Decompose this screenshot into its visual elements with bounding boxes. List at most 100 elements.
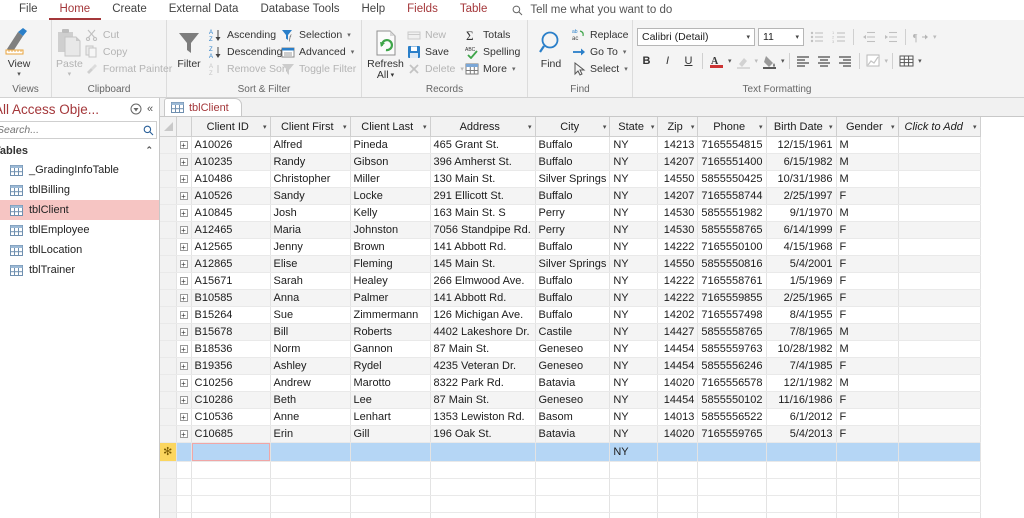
expand-subdatasheet-icon[interactable]: + bbox=[176, 170, 192, 188]
cell-address[interactable]: 266 Elmwood Ave. bbox=[430, 272, 536, 290]
cell-city[interactable]: Buffalo bbox=[535, 153, 611, 171]
cell-client-id[interactable]: C10256 bbox=[191, 374, 271, 392]
copy-button[interactable]: Copy bbox=[83, 43, 176, 60]
record-selector[interactable] bbox=[160, 272, 177, 290]
cell-client-id[interactable]: B19356 bbox=[191, 357, 271, 375]
expand-subdatasheet-icon[interactable]: + bbox=[176, 408, 192, 426]
cell-state[interactable]: NY bbox=[609, 374, 659, 392]
cell-click-to-add[interactable] bbox=[898, 153, 981, 171]
font-size-combo[interactable]: 11 ▾ bbox=[758, 27, 804, 46]
cell-birth-date[interactable]: 10/28/1982 bbox=[766, 340, 837, 358]
chevron-down-icon[interactable]: ▾ bbox=[68, 71, 72, 78]
cell-state[interactable]: NY bbox=[609, 408, 659, 426]
cell-gender[interactable]: F bbox=[836, 238, 899, 256]
replace-button[interactable]: ab ac Replace bbox=[570, 26, 629, 43]
chevron-down-icon[interactable]: ▾ bbox=[918, 58, 922, 65]
cell-click-to-add[interactable] bbox=[898, 357, 981, 375]
chevron-down-icon[interactable]: ▾ bbox=[341, 123, 347, 131]
chevron-down-icon[interactable]: ▾ bbox=[728, 58, 732, 65]
cell-client-last[interactable]: Palmer bbox=[350, 289, 431, 307]
cell-phone[interactable]: 5855558765 bbox=[697, 221, 767, 239]
cell-gender[interactable]: M bbox=[836, 170, 899, 188]
navigation-group-tables[interactable]: Tables ⌃ bbox=[0, 141, 159, 160]
cell-client-id[interactable]: A10235 bbox=[191, 153, 271, 171]
cell-city[interactable]: Perry bbox=[535, 221, 611, 239]
record-selector[interactable] bbox=[160, 238, 177, 256]
ribbon-tab-home[interactable]: Home bbox=[48, 0, 102, 20]
cell-client-last[interactable]: Rydel bbox=[350, 357, 431, 375]
cell-gender[interactable]: M bbox=[836, 323, 899, 341]
record-selector[interactable] bbox=[160, 306, 177, 324]
column-header-birth-date[interactable]: Birth Date ▾ bbox=[766, 117, 837, 137]
cell-client-first[interactable]: Sarah bbox=[270, 272, 351, 290]
cell-client-id[interactable]: B15264 bbox=[191, 306, 271, 324]
cell-phone[interactable]: 7165559855 bbox=[697, 289, 767, 307]
cell-birth-date[interactable]: 7/8/1965 bbox=[766, 323, 837, 341]
cell-address[interactable]: 141 Abbott Rd. bbox=[430, 289, 536, 307]
cell-city[interactable]: Buffalo bbox=[535, 272, 611, 290]
cell-click-to-add[interactable] bbox=[898, 323, 981, 341]
chevron-up-icon[interactable]: ⌃ bbox=[145, 145, 159, 156]
cell-address[interactable]: 7056 Standpipe Rd. bbox=[430, 221, 536, 239]
table-row[interactable]: + A10235 Randy Gibson 396 Amherst St. Buffalo… bbox=[160, 153, 981, 171]
cell-state[interactable]: NY bbox=[609, 136, 659, 154]
record-selector[interactable] bbox=[160, 340, 177, 358]
search-icon[interactable] bbox=[140, 125, 156, 136]
cell-click-to-add[interactable] bbox=[898, 187, 981, 205]
cell-gender[interactable]: M bbox=[836, 153, 899, 171]
cell-address[interactable]: 196 Oak St. bbox=[430, 425, 536, 443]
cell-click-to-add[interactable] bbox=[898, 408, 981, 426]
new-record-cell-address[interactable] bbox=[430, 442, 536, 462]
table-row[interactable]: + A12465 Maria Johnston 7056 Standpipe Rd. Pe… bbox=[160, 221, 981, 239]
cell-gender[interactable]: F bbox=[836, 221, 899, 239]
font-name-combo[interactable]: Calibri (Detail) ▾ bbox=[637, 27, 755, 46]
table-row[interactable]: + A10845 Josh Kelly 163 Main St. S Perry NY 145… bbox=[160, 204, 981, 222]
cell-zip[interactable]: 14550 bbox=[657, 170, 699, 188]
record-selector[interactable] bbox=[160, 153, 177, 171]
cell-phone[interactable]: 7165550100 bbox=[697, 238, 767, 256]
record-selector[interactable] bbox=[160, 289, 177, 307]
cell-city[interactable]: Batavia bbox=[535, 425, 611, 443]
cell-phone[interactable]: 5855559763 bbox=[697, 340, 767, 358]
expand-subdatasheet-icon[interactable]: + bbox=[176, 357, 192, 375]
expand-subdatasheet-icon[interactable]: + bbox=[176, 238, 192, 256]
remove-sort-button[interactable]: AZ Remove Sort bbox=[207, 60, 288, 77]
cell-click-to-add[interactable] bbox=[898, 306, 981, 324]
chevron-down-icon[interactable]: ▾ bbox=[624, 65, 628, 73]
cell-client-first[interactable]: Randy bbox=[270, 153, 351, 171]
cell-city[interactable]: Buffalo bbox=[535, 289, 611, 307]
cell-client-first[interactable]: Jenny bbox=[270, 238, 351, 256]
chevron-down-icon[interactable]: ▾ bbox=[889, 123, 895, 131]
cell-client-id[interactable]: B18536 bbox=[191, 340, 271, 358]
bulleted-list-button[interactable] bbox=[807, 27, 826, 46]
cell-state[interactable]: NY bbox=[609, 425, 659, 443]
cell-state[interactable]: NY bbox=[609, 170, 659, 188]
cell-zip[interactable]: 14020 bbox=[657, 374, 699, 392]
cell-client-first[interactable]: Elise bbox=[270, 255, 351, 273]
cell-client-last[interactable]: Kelly bbox=[350, 204, 431, 222]
cell-client-last[interactable]: Fleming bbox=[350, 255, 431, 273]
cell-address[interactable]: 4402 Lakeshore Dr. bbox=[430, 323, 536, 341]
cell-client-first[interactable]: Alfred bbox=[270, 136, 351, 154]
cell-state[interactable]: NY bbox=[609, 289, 659, 307]
cell-state[interactable]: NY bbox=[609, 221, 659, 239]
chevron-down-icon[interactable]: ▾ bbox=[827, 123, 833, 131]
paste-button[interactable]: Paste ▾ bbox=[56, 25, 83, 78]
cell-click-to-add[interactable] bbox=[898, 272, 981, 290]
gridlines-button[interactable] bbox=[897, 52, 916, 71]
column-header-client-last[interactable]: Client Last ▾ bbox=[350, 117, 431, 137]
cell-click-to-add[interactable] bbox=[898, 340, 981, 358]
cell-click-to-add[interactable] bbox=[898, 204, 981, 222]
cell-zip[interactable]: 14550 bbox=[657, 255, 699, 273]
cell-client-last[interactable]: Healey bbox=[350, 272, 431, 290]
chevron-down-icon[interactable]: ▾ bbox=[601, 123, 607, 131]
chevron-down-icon[interactable]: ▾ bbox=[885, 58, 889, 65]
record-selector[interactable] bbox=[160, 204, 177, 222]
delete-record-button[interactable]: Delete ▾ bbox=[405, 60, 464, 77]
new-record-cell-zip[interactable] bbox=[657, 442, 699, 462]
cell-phone[interactable]: 7165558761 bbox=[697, 272, 767, 290]
cell-address[interactable]: 130 Main St. bbox=[430, 170, 536, 188]
cell-phone[interactable]: 5855558765 bbox=[697, 323, 767, 341]
cell-address[interactable]: 87 Main St. bbox=[430, 340, 536, 358]
cell-client-last[interactable]: Marotto bbox=[350, 374, 431, 392]
